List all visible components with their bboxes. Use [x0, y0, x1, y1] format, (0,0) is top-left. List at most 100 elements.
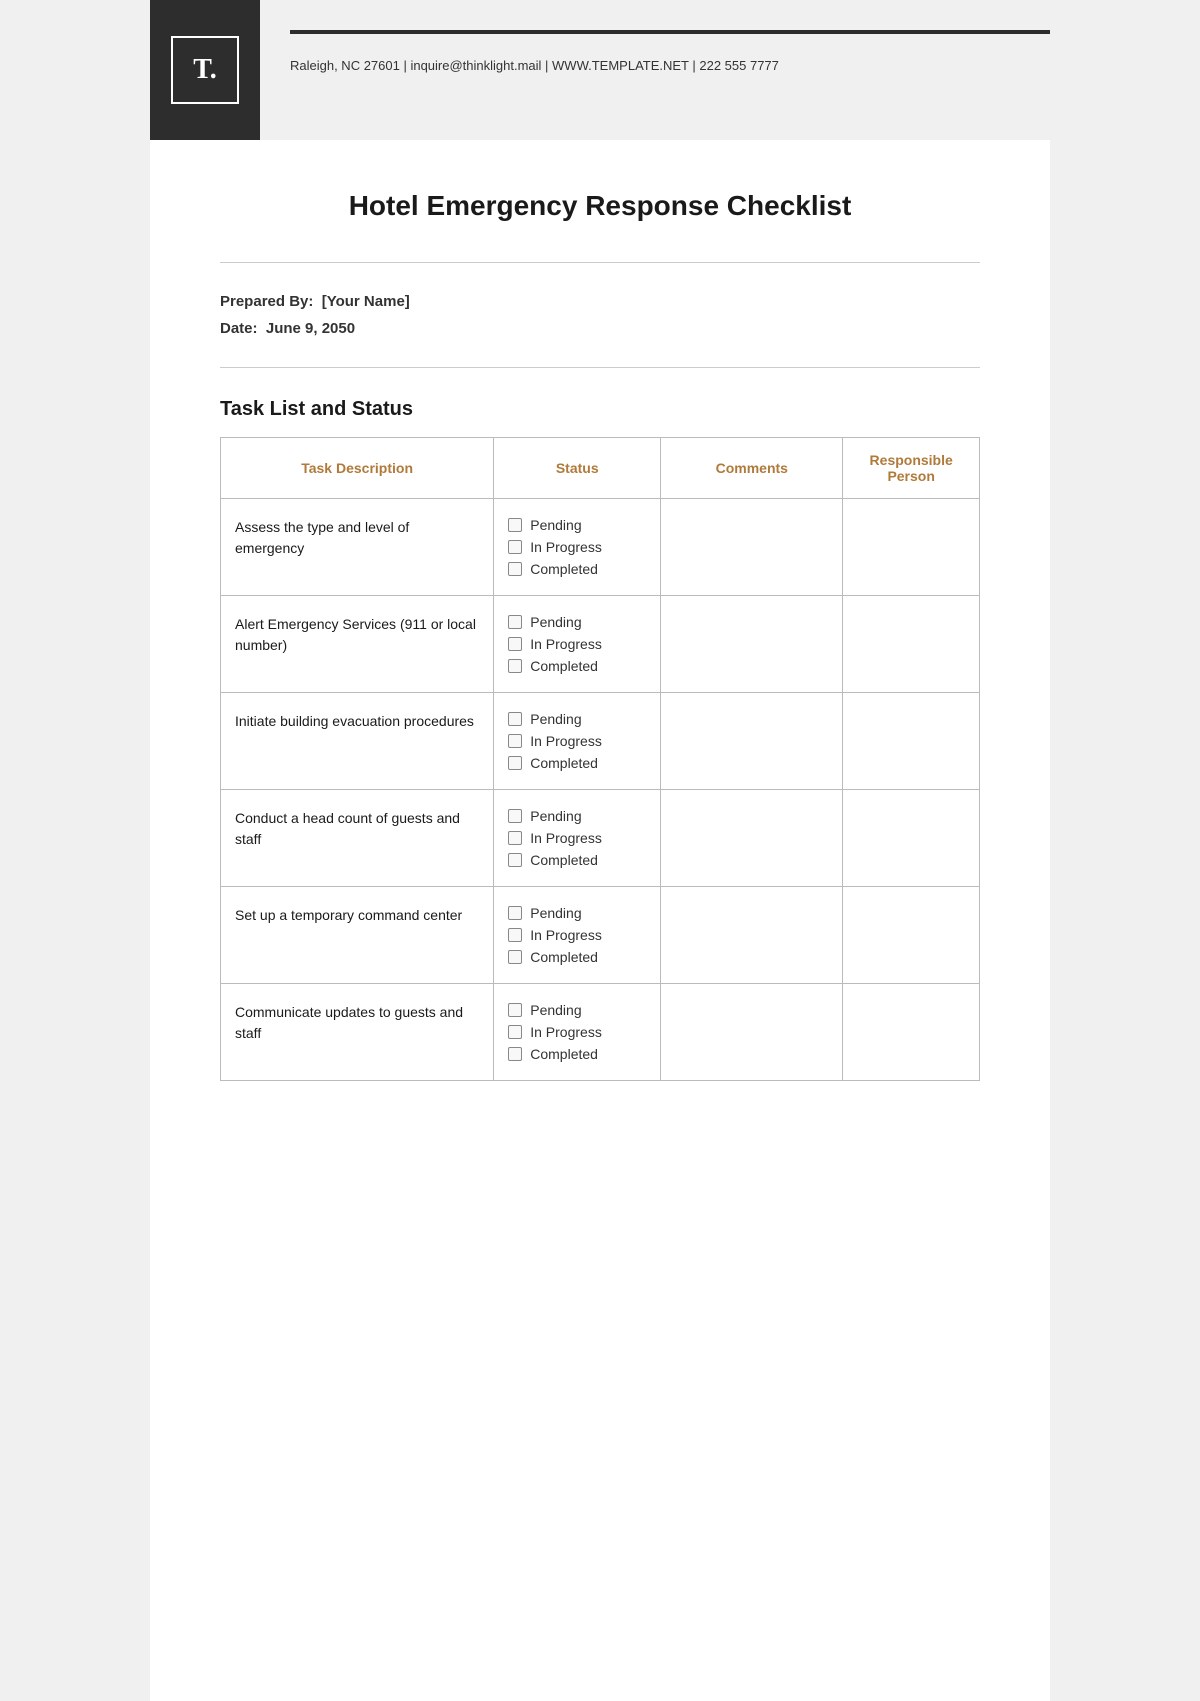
header-right: Raleigh, NC 27601 | inquire@thinklight.m…	[260, 0, 1050, 140]
status-option[interactable]: Pending	[508, 905, 646, 921]
checkbox-icon[interactable]	[508, 1047, 522, 1061]
status-option[interactable]: In Progress	[508, 539, 646, 555]
status-option[interactable]: Pending	[508, 808, 646, 824]
status-cell: Pending In Progress Completed	[494, 499, 661, 596]
checkbox-icon[interactable]	[508, 637, 522, 651]
task-description: Set up a temporary command center	[235, 907, 462, 923]
status-cell: Pending In Progress Completed	[494, 984, 661, 1081]
page: T. Raleigh, NC 27601 | inquire@thinkligh…	[150, 0, 1050, 1701]
task-desc-cell: Communicate updates to guests and staff	[221, 984, 494, 1081]
checkbox-icon[interactable]	[508, 540, 522, 554]
task-desc-cell: Alert Emergency Services (911 or local n…	[221, 596, 494, 693]
comments-cell	[661, 499, 843, 596]
status-option[interactable]: Completed	[508, 658, 646, 674]
status-label: Pending	[530, 1002, 581, 1018]
checkbox-icon[interactable]	[508, 734, 522, 748]
task-desc-cell: Initiate building evacuation procedures	[221, 693, 494, 790]
status-label: Completed	[530, 949, 598, 965]
status-label: Completed	[530, 658, 598, 674]
checklist-table: Task Description Status Comments Respons…	[220, 437, 980, 1081]
status-option[interactable]: Completed	[508, 1046, 646, 1062]
person-cell	[843, 596, 980, 693]
status-cell: Pending In Progress Completed	[494, 693, 661, 790]
status-cell: Pending In Progress Completed	[494, 596, 661, 693]
person-cell	[843, 984, 980, 1081]
date-value: June 9, 2050	[266, 320, 355, 337]
status-label: Pending	[530, 711, 581, 727]
status-option[interactable]: Completed	[508, 949, 646, 965]
status-label: Pending	[530, 614, 581, 630]
status-option[interactable]: Completed	[508, 561, 646, 577]
status-option[interactable]: In Progress	[508, 636, 646, 652]
checkbox-icon[interactable]	[508, 831, 522, 845]
document-title: Hotel Emergency Response Checklist	[220, 190, 980, 222]
status-label: Completed	[530, 852, 598, 868]
status-option[interactable]: In Progress	[508, 733, 646, 749]
task-description: Conduct a head count of guests and staff	[235, 810, 460, 847]
date-label: Date:	[220, 320, 258, 337]
prepared-by-label: Prepared By:	[220, 293, 313, 310]
table-row: Assess the type and level of emergency Pe…	[221, 499, 980, 596]
divider-top	[220, 262, 980, 263]
status-option[interactable]: Pending	[508, 517, 646, 533]
status-option[interactable]: In Progress	[508, 927, 646, 943]
table-row: Initiate building evacuation procedures P…	[221, 693, 980, 790]
task-description: Initiate building evacuation procedures	[235, 713, 474, 729]
status-label: Pending	[530, 517, 581, 533]
status-label: Completed	[530, 755, 598, 771]
status-option[interactable]: Completed	[508, 852, 646, 868]
status-label: Completed	[530, 1046, 598, 1062]
comments-cell	[661, 596, 843, 693]
status-label: Pending	[530, 808, 581, 824]
prepared-by-row: Prepared By: [Your Name]	[220, 293, 980, 310]
task-desc-cell: Set up a temporary command center	[221, 887, 494, 984]
section-title: Task List and Status	[220, 398, 980, 421]
status-option[interactable]: Pending	[508, 711, 646, 727]
checkbox-icon[interactable]	[508, 562, 522, 576]
status-option[interactable]: Pending	[508, 1002, 646, 1018]
checkbox-icon[interactable]	[508, 853, 522, 867]
col-header-comments: Comments	[661, 438, 843, 499]
logo-block: T.	[150, 0, 260, 140]
checkbox-icon[interactable]	[508, 906, 522, 920]
status-label: Completed	[530, 561, 598, 577]
col-header-task: Task Description	[221, 438, 494, 499]
checkbox-icon[interactable]	[508, 950, 522, 964]
person-cell	[843, 693, 980, 790]
table-row: Conduct a head count of guests and staff…	[221, 790, 980, 887]
status-option[interactable]: Pending	[508, 614, 646, 630]
status-option[interactable]: Completed	[508, 755, 646, 771]
table-row: Set up a temporary command center Pending…	[221, 887, 980, 984]
checkbox-icon[interactable]	[508, 712, 522, 726]
status-label: In Progress	[530, 927, 602, 943]
person-cell	[843, 499, 980, 596]
comments-cell	[661, 693, 843, 790]
comments-cell	[661, 790, 843, 887]
header-line	[290, 30, 1050, 34]
contact-info: Raleigh, NC 27601 | inquire@thinklight.m…	[290, 44, 1050, 73]
checkbox-icon[interactable]	[508, 928, 522, 942]
person-cell	[843, 790, 980, 887]
status-option[interactable]: In Progress	[508, 830, 646, 846]
checkbox-icon[interactable]	[508, 756, 522, 770]
status-cell: Pending In Progress Completed	[494, 887, 661, 984]
col-header-status: Status	[494, 438, 661, 499]
col-header-person: ResponsiblePerson	[843, 438, 980, 499]
status-option[interactable]: In Progress	[508, 1024, 646, 1040]
checkbox-icon[interactable]	[508, 659, 522, 673]
comments-cell	[661, 887, 843, 984]
task-description: Assess the type and level of emergency	[235, 519, 409, 556]
date-row: Date: June 9, 2050	[220, 320, 980, 337]
comments-cell	[661, 984, 843, 1081]
checkbox-icon[interactable]	[508, 809, 522, 823]
checkbox-icon[interactable]	[508, 518, 522, 532]
task-description: Alert Emergency Services (911 or local n…	[235, 616, 476, 653]
logo-text: T.	[193, 54, 217, 86]
checkbox-icon[interactable]	[508, 1003, 522, 1017]
checkbox-icon[interactable]	[508, 615, 522, 629]
divider-bottom	[220, 367, 980, 368]
checkbox-icon[interactable]	[508, 1025, 522, 1039]
status-label: In Progress	[530, 539, 602, 555]
main-content: Hotel Emergency Response Checklist Prepa…	[150, 140, 1050, 1141]
status-label: In Progress	[530, 636, 602, 652]
